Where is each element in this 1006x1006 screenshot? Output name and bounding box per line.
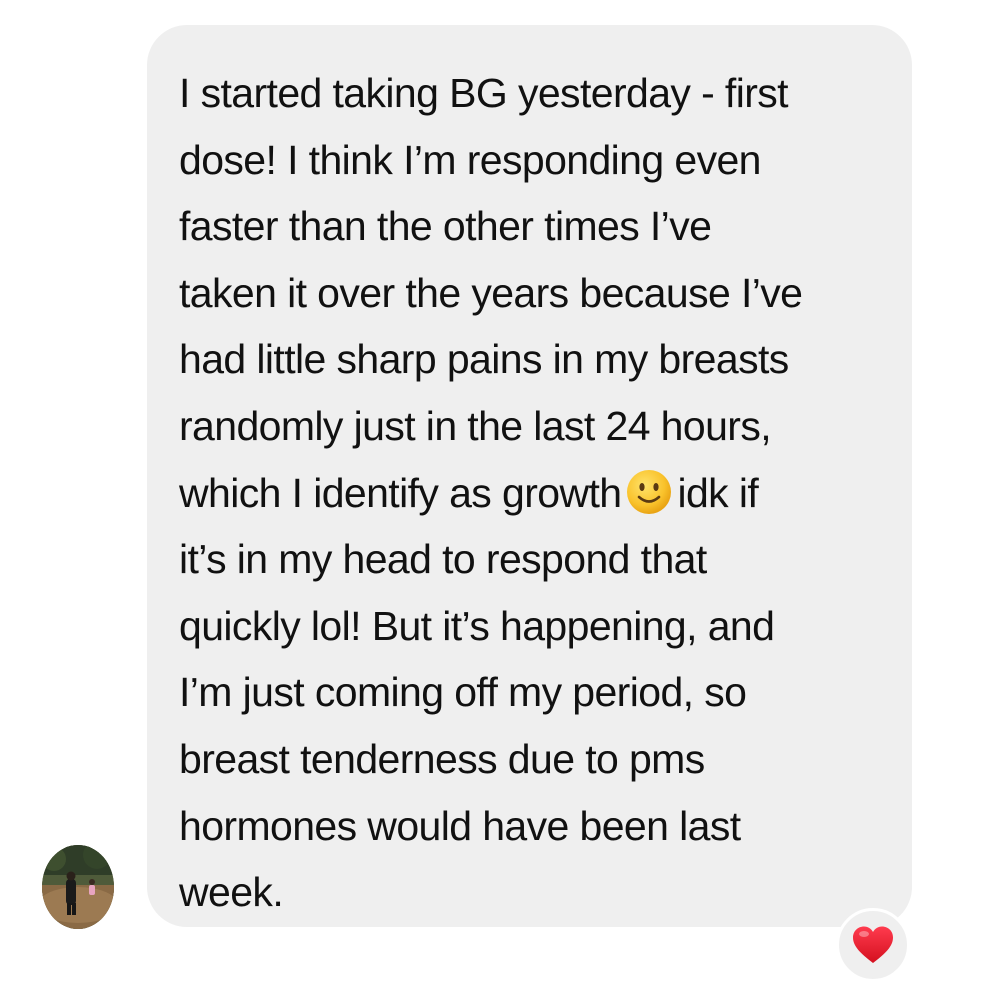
reaction-badge[interactable]: [836, 908, 910, 982]
message-line: hormones would have been last: [179, 802, 741, 849]
avatar-photo-icon: [42, 845, 114, 929]
message-line: I started taking BG yesterday - first: [179, 70, 789, 116]
message-line: taken it over the years because I’ve: [179, 269, 803, 316]
message-line-part: idk if: [677, 469, 759, 516]
message-line: had little sharp pains in my breasts: [179, 336, 789, 383]
message-line: faster than the other times I’ve: [179, 203, 712, 250]
message-line-part: which I identify as growth: [179, 469, 622, 516]
message-bubble[interactable]: I started taking BG yesterday - first do…: [147, 25, 912, 927]
avatar[interactable]: [42, 845, 114, 929]
message-line-with-emoji: which I identify as growth idk if: [179, 460, 892, 527]
message-text: I started taking BG yesterday - first do…: [179, 60, 892, 926]
message-line: it’s in my head to respond that: [179, 536, 707, 583]
slightly-smiling-face-icon: [627, 469, 672, 514]
message-line: randomly just in the last 24 hours,: [179, 402, 772, 449]
heart-icon: [853, 926, 893, 963]
message-line: week.: [179, 869, 284, 916]
message-line: quickly lol! But it’s happening, and: [179, 602, 775, 649]
message-line: I’m just coming off my period, so: [179, 669, 747, 716]
message-line: breast tenderness due to pms: [179, 735, 705, 782]
message-line: dose! I think I’m responding even: [179, 136, 761, 183]
